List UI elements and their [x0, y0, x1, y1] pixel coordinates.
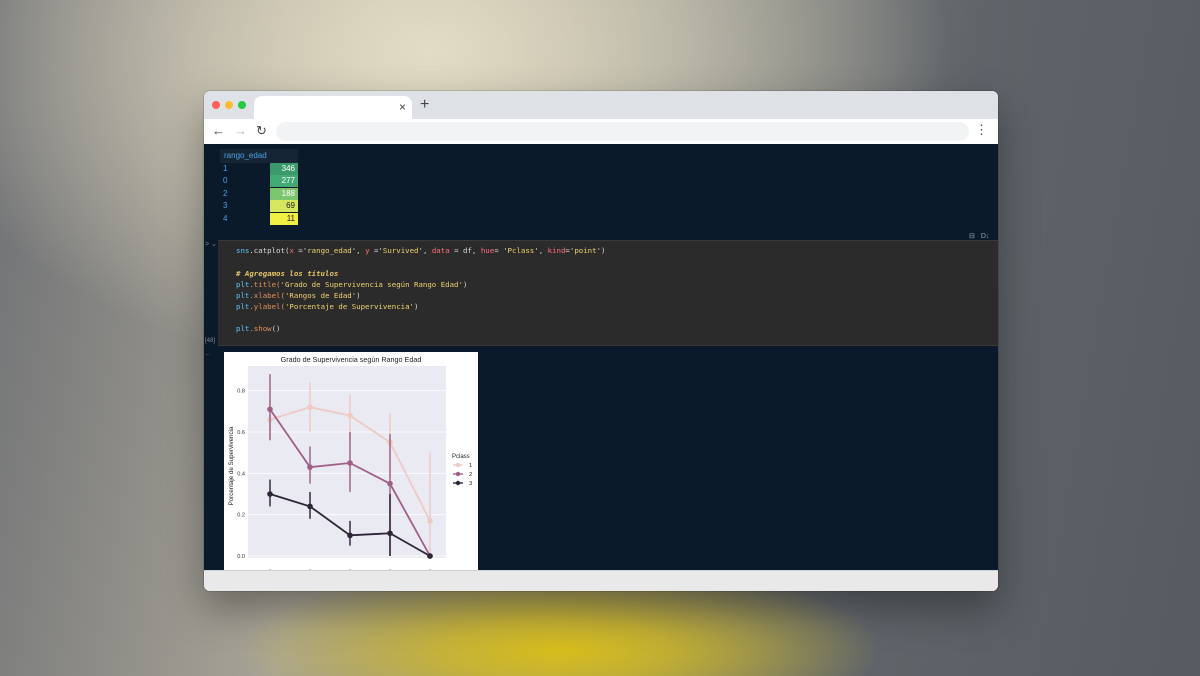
split-cell-icon[interactable]: ⊟	[969, 233, 975, 240]
browser-window: × + ← → ↻ ⋮ rango_edad 1 346 0 277 2 188 3 69 4 1…	[204, 91, 998, 591]
y-tick-labels: 0.0 0.2 0.4 0.6 0.8	[237, 389, 245, 560]
tab-close-icon[interactable]: ×	[399, 99, 406, 115]
dataframe-cell-count: 69	[270, 200, 298, 213]
back-arrow-icon[interactable]: ←	[212, 123, 225, 139]
browser-toolbar: ← → ↻ ⋮	[204, 119, 998, 145]
code-line-xlabel: plt.xlabel('Rangos de Edad')	[236, 291, 361, 300]
code-line-show: plt.show()	[236, 324, 281, 333]
legend-label: 3	[469, 481, 472, 487]
dataframe-row-index: 2	[223, 188, 228, 198]
legend-marker	[455, 471, 461, 477]
dataframe-row-index: 1	[223, 164, 228, 173]
reload-icon[interactable]: ↻	[256, 123, 267, 139]
tab-bar: × +	[204, 91, 998, 119]
data-point	[267, 406, 273, 413]
plot-output: 0.0 0.2 0.4 0.6 0.8 Grado de Supervivencia s…	[224, 352, 478, 570]
y-tick-label: 0.2	[237, 513, 245, 519]
data-point	[347, 460, 353, 466]
markdown-toggle-icon[interactable]: D↓	[981, 233, 990, 240]
notebook-content: rango_edad 1 346 0 277 2 188 3 69 4 11 ⊟ D↓ > ⌄ s…	[204, 144, 998, 570]
collapse-chevron-icon[interactable]: > ⌄	[205, 240, 217, 248]
cell-toolbar: ⊟ D↓	[969, 232, 993, 240]
dataframe-row: 1 346	[220, 163, 298, 175]
code-line-title: plt.title('Grado de Supervivencia según …	[236, 280, 468, 289]
code-cell[interactable]: sns.catplot(x ='rango_edad', y ='Survive…	[218, 240, 998, 346]
dataframe-cell-count: 11	[270, 212, 298, 225]
y-axis-label: Porcentaje de Supervivencia	[228, 426, 235, 505]
legend: Pclass 1 2 3	[452, 454, 472, 487]
dataframe-row: 4 11	[220, 212, 298, 225]
minimize-window-button[interactable]	[225, 101, 233, 109]
forward-arrow-icon[interactable]: →	[234, 123, 247, 139]
status-bar	[204, 570, 998, 591]
data-point	[307, 464, 313, 470]
browser-menu-icon[interactable]: ⋮	[975, 122, 988, 138]
y-tick-label: 0.8	[237, 389, 245, 395]
data-point	[387, 480, 393, 487]
y-tick-label: 0.0	[237, 554, 245, 560]
output-gutter-marker: ...	[205, 351, 211, 357]
data-point	[307, 404, 313, 410]
close-window-button[interactable]	[212, 101, 220, 109]
dataframe-row-index: 3	[223, 201, 228, 211]
new-tab-icon[interactable]: +	[420, 96, 429, 114]
dataframe-cell-count: 346	[270, 163, 298, 175]
address-bar[interactable]	[276, 122, 969, 141]
y-tick-label: 0.6	[237, 430, 245, 436]
point-plot: 0.0 0.2 0.4 0.6 0.8 Grado de Supervivencia s…	[228, 355, 472, 570]
dataframe-index-name: rango_edad	[224, 151, 267, 160]
code-comment: # Agregamos los títulos	[236, 269, 339, 278]
browser-tab[interactable]: ×	[254, 96, 412, 119]
legend-marker	[455, 480, 461, 486]
legend-title: Pclass	[452, 454, 470, 460]
data-point	[427, 553, 433, 559]
maximize-window-button[interactable]	[238, 101, 246, 109]
data-point	[347, 532, 353, 539]
code-line-ylabel: plt.ylabel('Porcentaje de Supervivencia'…	[236, 302, 419, 311]
dataframe-row: 0 277	[220, 175, 298, 188]
dataframe-row-index: 0	[223, 176, 228, 186]
data-point	[267, 491, 273, 497]
data-point	[387, 530, 393, 537]
data-point	[307, 503, 313, 510]
legend-label: 2	[469, 472, 472, 478]
dataframe-cell-count: 277	[270, 175, 298, 188]
dataframe-row: 2 188	[220, 187, 298, 200]
dataframe-row: 3 69	[220, 200, 298, 213]
execution-count: [48]	[205, 338, 216, 344]
data-point	[347, 412, 353, 419]
dataframe-row-index: 4	[223, 213, 228, 223]
legend-label: 1	[469, 463, 472, 469]
code-line-1: sns.catplot(x ='rango_edad', y ='Survive…	[236, 246, 606, 255]
data-point	[427, 518, 433, 524]
dataframe-cell-count: 188	[270, 187, 298, 200]
y-tick-label: 0.4	[237, 471, 245, 477]
dataframe-output: rango_edad 1 346 0 277 2 188 3 69 4 11	[204, 144, 998, 240]
plot-background	[248, 366, 446, 558]
chart-title: Grado de Supervivencia según Rango Edad	[281, 355, 422, 364]
legend-marker	[455, 462, 461, 468]
